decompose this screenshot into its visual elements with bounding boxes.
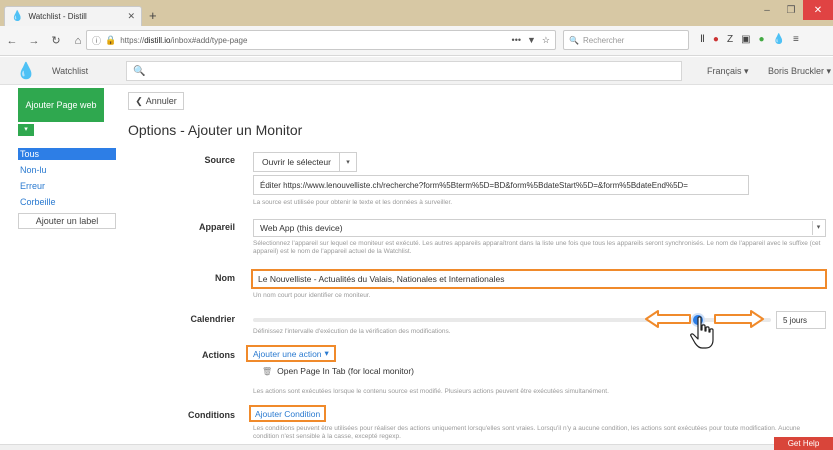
left-arrow-annotation-icon (645, 310, 691, 328)
tab-title: Watchlist - Distill (28, 12, 87, 21)
home-button[interactable]: ⌂ (70, 35, 86, 47)
chevron-down-icon[interactable]: ▾ (340, 153, 356, 171)
right-arrow-annotation-icon (714, 310, 764, 328)
source-url-field[interactable]: Éditer https://www.lenouvelliste.ch/rech… (253, 175, 749, 195)
bookmark-star-icon[interactable]: ☆ (542, 35, 550, 46)
add-page-button[interactable]: Ajouter Page web (18, 88, 104, 122)
trash-icon[interactable]: 🗑 (262, 367, 272, 376)
monitor-name-input[interactable]: Le Nouvelliste - Actualités du Valais, N… (251, 269, 827, 289)
distill-icon[interactable]: 💧 (773, 34, 785, 45)
reload-button[interactable]: ↻ (48, 34, 64, 47)
window-controls: – ❐ ✕ (755, 0, 833, 26)
add-page-dropdown-icon[interactable]: ▾ (18, 124, 34, 136)
device-label: Appareil (198, 222, 235, 232)
menu-icon[interactable]: ≡ (793, 34, 799, 45)
pocket-icon[interactable]: ▼ (527, 35, 536, 46)
list-item: 🗑 Open Page In Tab (for local monitor) (262, 366, 415, 376)
language-selector[interactable]: Français ▾ (707, 66, 749, 77)
sidebar: Ajouter Page web ▾ Tous Non-lu Erreur Co… (0, 86, 124, 444)
actions-help: Les actions sont exécutées lorsque le co… (253, 388, 609, 395)
horizontal-scrollbar[interactable] (0, 444, 833, 450)
browser-search-input[interactable]: 🔍 Rechercher (563, 30, 689, 50)
browser-toolbar-icons: Ⅱ ● Z ▣ ● 💧 ≡ (700, 34, 799, 45)
conditions-help: Les conditions peuvent être utilisées po… (253, 425, 801, 440)
watchlist-search-input[interactable]: 🔍 (126, 61, 682, 81)
name-label: Nom (215, 273, 235, 283)
forward-button[interactable]: → (26, 35, 42, 47)
device-help: Sélectionnez l'appareil sur lequel ce mo… (253, 240, 821, 255)
cancel-button[interactable]: ❮ Annuler (128, 92, 184, 110)
browser-navbar: ← → ↻ ⌂ ⓘ 🔒 https://distill.io/inbox#add… (0, 26, 833, 56)
schedule-label: Calendrier (190, 314, 235, 324)
library-icon[interactable]: Ⅱ (700, 34, 705, 45)
sidebar-item-all[interactable]: Tous (18, 148, 116, 160)
chevron-left-icon: ❮ (135, 95, 143, 106)
source-help: La source est utilisée pour obtenir le t… (253, 199, 453, 206)
chevron-down-icon: ▾ (324, 348, 329, 358)
hand-cursor-icon (690, 316, 714, 349)
search-icon: 🔍 (133, 65, 146, 77)
app-header: 💧 Watchlist 🔍 Français ▾ Boris Bruckler … (0, 57, 833, 85)
add-action-button[interactable]: Ajouter une action ▾ (246, 345, 336, 362)
add-label-button[interactable]: Ajouter un label (18, 213, 116, 229)
search-placeholder: Rechercher (582, 35, 625, 45)
schedule-value-field[interactable]: 5 jours (776, 311, 826, 329)
browser-tabbar: 💧 Watchlist - Distill ✕ + – ❐ ✕ (0, 0, 833, 26)
minimize-button[interactable]: – (755, 0, 779, 20)
sidebar-item-trash[interactable]: Corbeille (18, 196, 116, 208)
close-window-button[interactable]: ✕ (803, 0, 833, 20)
get-help-button[interactable]: Get Help (774, 437, 833, 450)
maximize-button[interactable]: ❐ (779, 0, 803, 20)
sidebar-item-error[interactable]: Erreur (18, 180, 116, 192)
schedule-help: Définissez l'intervalle d'exécution de l… (253, 328, 451, 335)
zotero-icon[interactable]: Z (727, 34, 733, 45)
screenshot-icon[interactable]: ▣ (741, 34, 750, 45)
add-condition-button[interactable]: Ajouter Condition (249, 405, 327, 422)
addon-icon[interactable]: ● (713, 34, 719, 45)
user-menu[interactable]: Boris Bruckler ▾ (768, 66, 831, 77)
info-icon[interactable]: ⓘ (92, 34, 101, 47)
page-title: Options - Ajouter un Monitor (128, 122, 303, 138)
page-actions-icon[interactable]: ••• (512, 35, 521, 46)
search-icon: 🔍 (569, 35, 579, 45)
device-select[interactable]: Web App (this device) ▾ (253, 219, 826, 237)
actions-label: Actions (201, 350, 235, 360)
new-tab-button[interactable]: + (149, 8, 157, 23)
url-bar[interactable]: ⓘ 🔒 https://distill.io/inbox#add/type-pa… (86, 30, 556, 50)
tab-close-icon[interactable]: ✕ (127, 11, 135, 22)
url-text[interactable]: https://distill.io/inbox#add/type-page (120, 36, 507, 45)
chevron-down-icon: ▾ (812, 221, 824, 235)
back-button[interactable]: ← (4, 35, 20, 47)
watchlist-link[interactable]: Watchlist (52, 66, 88, 76)
sidebar-item-unread[interactable]: Non-lu (18, 164, 116, 176)
name-help: Un nom court pour identifier ce moniteur… (253, 292, 371, 299)
source-label: Source (204, 155, 235, 165)
open-selector-button[interactable]: Ouvrir le sélecteur ▾ (253, 152, 357, 172)
browser-tab[interactable]: 💧 Watchlist - Distill ✕ (4, 6, 142, 26)
distill-logo-icon[interactable]: 💧 (16, 61, 36, 81)
conditions-label: Conditions (188, 410, 235, 420)
lock-icon: 🔒 (105, 34, 117, 45)
extension-icon[interactable]: ● (759, 34, 765, 45)
distill-favicon-icon: 💧 (11, 11, 24, 22)
